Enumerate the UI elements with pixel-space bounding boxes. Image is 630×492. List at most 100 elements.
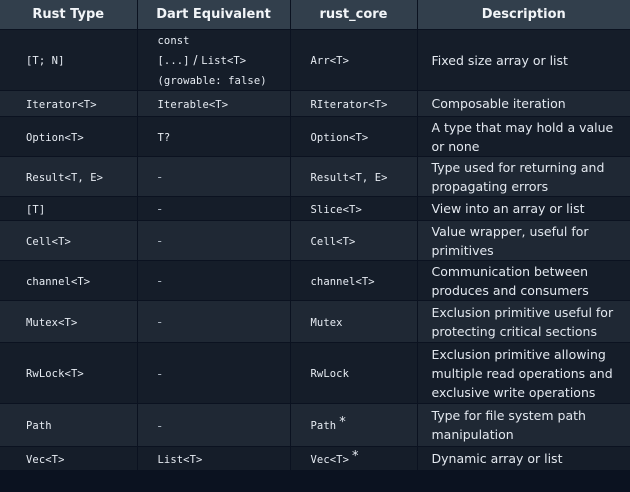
dart-cell: List<T>	[137, 446, 291, 471]
table-row: RwLock<T> - RwLock Exclusion primitive a…	[0, 342, 630, 404]
rust-type-code: RwLock<T>	[26, 368, 84, 380]
description-cell: Type used for returning and propagating …	[417, 156, 630, 197]
dart-cell: const [...] / List<T> (growable: false)	[137, 29, 291, 91]
description-text: Communication between produces and consu…	[431, 263, 589, 298]
dart-empty-dash: -	[157, 418, 162, 433]
dart-empty-dash: -	[157, 366, 162, 381]
dart-line-list: [...] / List<T>	[158, 50, 284, 70]
table-row: Cell<T> - Cell<T> Value wrapper, useful …	[0, 220, 630, 261]
rust-core-cell: RwLock	[290, 342, 418, 404]
rust-core-code: Slice<T>	[310, 203, 362, 216]
rust-type-cell: Mutex<T>	[0, 300, 138, 343]
dart-empty-dash: -	[157, 315, 162, 329]
rust-type-code: Vec<T>	[26, 453, 65, 466]
description-cell: Fixed size array or list	[417, 29, 630, 91]
rust-type-cell: Path	[0, 403, 138, 447]
rust-type-code: Iterator<T>	[26, 98, 97, 111]
dart-cell: -	[137, 300, 291, 343]
dart-empty-dash: -	[157, 170, 162, 184]
table-row: Vec<T> List<T> Vec<T> * Dynamic array or …	[0, 446, 630, 471]
description-cell: Composable iteration	[417, 90, 630, 117]
rust-type-code: Cell<T>	[26, 235, 71, 248]
dart-code: List<T>	[157, 453, 203, 466]
dart-code: [...]	[157, 55, 190, 67]
description-text: Dynamic array or list	[431, 451, 563, 466]
description-cell: Exclusion primitive useful for protectin…	[417, 300, 630, 343]
table-row: [T] - Slice<T> View into an array or lis…	[0, 196, 630, 221]
rust-type-code: [T; N]	[26, 55, 65, 67]
rust-type-code: Path	[26, 420, 52, 432]
dart-code: T?	[157, 131, 171, 144]
rust-type-cell: [T; N]	[0, 29, 138, 91]
table-row: Mutex<T> - Mutex Exclusion primitive use…	[0, 300, 630, 343]
rust-core-cell: Path *	[290, 403, 418, 447]
description-text: Fixed size array or list	[431, 52, 568, 68]
dart-cell: -	[137, 260, 291, 301]
rust-type-cell: RwLock<T>	[0, 342, 138, 404]
rust-core-code: Vec<T>	[310, 453, 350, 466]
rust-core-cell: Arr<T>	[290, 29, 418, 91]
rust-core-cell: Vec<T> *	[290, 446, 418, 471]
rust-type-cell: channel<T>	[0, 260, 138, 301]
header-row: Rust Type Dart Equivalent rust_core Desc…	[0, 0, 630, 30]
dart-cell: -	[137, 342, 291, 404]
dart-line-const: const	[158, 30, 284, 50]
description-text: Exclusion primitive allowing multiple re…	[431, 346, 613, 400]
rust-type-code: [T]	[26, 203, 46, 216]
dart-empty-dash: -	[157, 274, 162, 288]
description-text: Exclusion primitive useful for protectin…	[431, 304, 614, 339]
rust-type-cell: Vec<T>	[0, 446, 138, 471]
table-row: Result<T, E> - Result<T, E> Type used fo…	[0, 156, 630, 197]
rust-type-code: Mutex<T>	[26, 316, 78, 329]
description-cell: Value wrapper, useful for primitives	[417, 220, 630, 261]
description-cell: Communication between produces and consu…	[417, 260, 630, 301]
rust-core-code: Path	[310, 420, 337, 432]
rust-core-code: RIterator<T>	[310, 98, 388, 111]
table-row: Option<T> T? Option<T> A type that may h…	[0, 116, 630, 157]
dart-code: List<T>	[201, 55, 247, 67]
rust-core-code: Cell<T>	[310, 235, 356, 248]
page: Rust Type Dart Equivalent rust_core Desc…	[0, 0, 630, 492]
dart-cell: -	[137, 220, 291, 261]
rust-core-cell: Cell<T>	[290, 220, 418, 261]
rust-core-code: channel<T>	[310, 275, 375, 288]
dart-cell: -	[137, 156, 291, 197]
rust-type-code: channel<T>	[26, 275, 91, 288]
rust-type-cell: [T]	[0, 196, 138, 221]
header-rust-type: Rust Type	[0, 0, 138, 30]
description-cell: Exclusion primitive allowing multiple re…	[417, 342, 630, 404]
rust-core-cell: Mutex	[290, 300, 418, 343]
description-text: View into an array or list	[431, 201, 585, 216]
description-text: Type used for returning and propagating …	[431, 159, 605, 194]
rust-core-cell: Result<T, E>	[290, 156, 418, 197]
table-row: Iterator<T> Iterable<T> RIterator<T> Com…	[0, 90, 630, 117]
rust-type-code: Result<T, E>	[26, 171, 104, 184]
description-cell: View into an array or list	[417, 196, 630, 221]
description-text: Type for file system path manipulation	[431, 408, 586, 442]
table-header: Rust Type Dart Equivalent rust_core Desc…	[0, 0, 630, 30]
dart-empty-dash: -	[157, 202, 162, 216]
rust-core-code: Option<T>	[310, 131, 369, 144]
dart-code: (growable: false)	[157, 75, 267, 87]
footnote-star: *	[339, 415, 346, 430]
header-rust-core: rust_core	[290, 0, 418, 30]
rust-core-code: Mutex	[310, 316, 343, 329]
rust-core-cell: Option<T>	[290, 116, 418, 157]
dart-cell: T?	[137, 116, 291, 157]
rust-core-code: RwLock	[310, 368, 350, 380]
rust-type-cell: Cell<T>	[0, 220, 138, 261]
dart-code: const	[157, 35, 190, 47]
footnote-star: *	[352, 448, 359, 464]
dart-code: Iterable<T>	[157, 98, 229, 111]
dart-line-growable: (growable: false)	[158, 70, 284, 90]
header-dart-equivalent: Dart Equivalent	[137, 0, 291, 30]
description-text: Composable iteration	[431, 96, 566, 111]
description-text: A type that may hold a value or none	[431, 119, 614, 154]
bottom-margin	[0, 480, 630, 492]
rust-core-code: Arr<T>	[310, 55, 350, 67]
rust-core-cell: Slice<T>	[290, 196, 418, 221]
rust-type-cell: Result<T, E>	[0, 156, 138, 197]
rust-core-cell: channel<T>	[290, 260, 418, 301]
description-text: Value wrapper, useful for primitives	[431, 223, 589, 258]
dart-cell: -	[137, 196, 291, 221]
